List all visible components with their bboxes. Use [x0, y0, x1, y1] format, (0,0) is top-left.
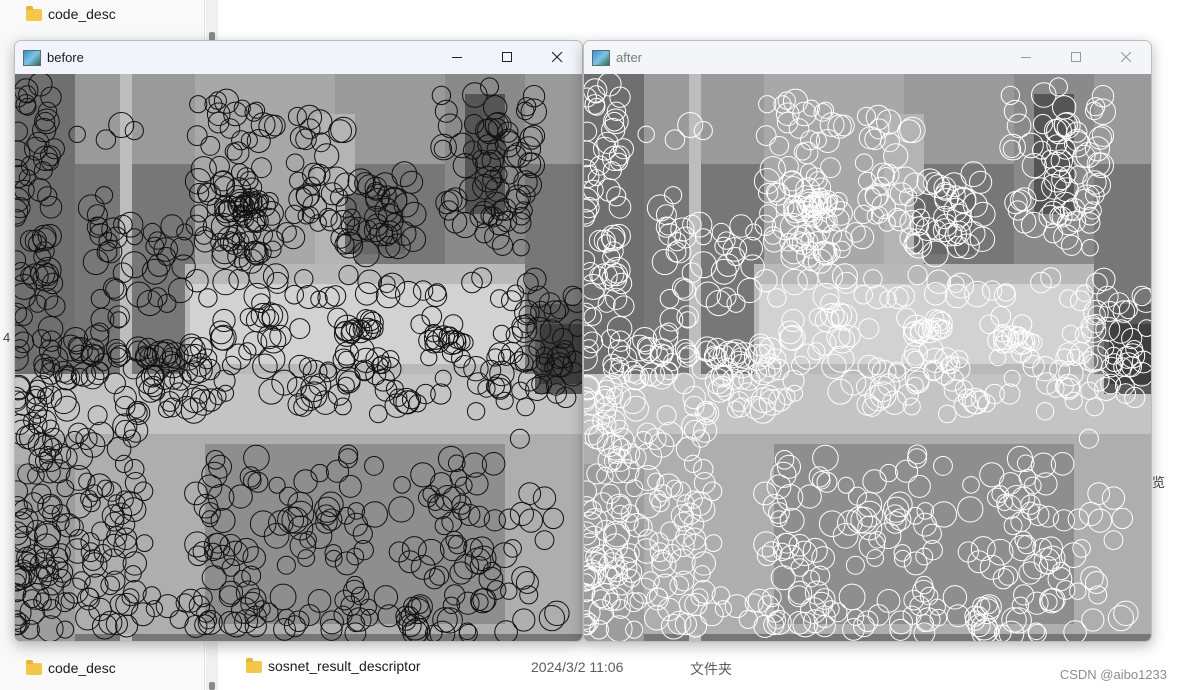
maximize-button[interactable] [1051, 41, 1101, 74]
close-button[interactable] [1101, 41, 1151, 74]
app-icon [592, 49, 610, 66]
minimize-icon [451, 57, 462, 58]
close-icon [1120, 52, 1131, 63]
title-bar[interactable]: before [15, 41, 582, 74]
side-number: 4 [3, 330, 11, 345]
file-row-type: 文件夹 [690, 661, 732, 677]
app-icon [23, 49, 41, 66]
folder-icon [26, 6, 42, 21]
watermark: CSDN @aibo1233 [1059, 667, 1167, 682]
minimize-icon [1020, 57, 1031, 58]
nav-item-label: code_desc [48, 6, 116, 22]
nav-item-code-desc-bottom[interactable]: code_desc [26, 660, 116, 676]
file-name: sosnet_result_descriptor [268, 658, 421, 674]
maximize-button[interactable] [482, 41, 532, 74]
keypoint-image-after [584, 74, 1151, 641]
folder-icon [26, 660, 42, 675]
maximize-icon [501, 52, 512, 62]
folder-icon [246, 658, 262, 673]
close-button[interactable] [532, 41, 582, 74]
minimize-button[interactable] [432, 41, 482, 74]
scroll-thumb-bottom[interactable] [209, 682, 215, 690]
file-row-date: 2024/3/2 11:06 [531, 659, 624, 675]
nav-item-label: code_desc [48, 660, 116, 676]
side-text: 览 [1152, 475, 1166, 490]
title-bar[interactable]: after [584, 41, 1151, 74]
nav-item-code-desc-top[interactable]: code_desc [26, 6, 116, 22]
close-icon [551, 52, 562, 63]
before-window[interactable]: before [14, 40, 583, 642]
window-title: before [47, 50, 84, 65]
minimize-button[interactable] [1001, 41, 1051, 74]
maximize-icon [1070, 52, 1081, 62]
window-title: after [616, 50, 643, 65]
after-window[interactable]: after [583, 40, 1152, 642]
keypoint-image-before [15, 74, 582, 641]
file-row-name[interactable]: sosnet_result_descriptor [246, 658, 421, 674]
